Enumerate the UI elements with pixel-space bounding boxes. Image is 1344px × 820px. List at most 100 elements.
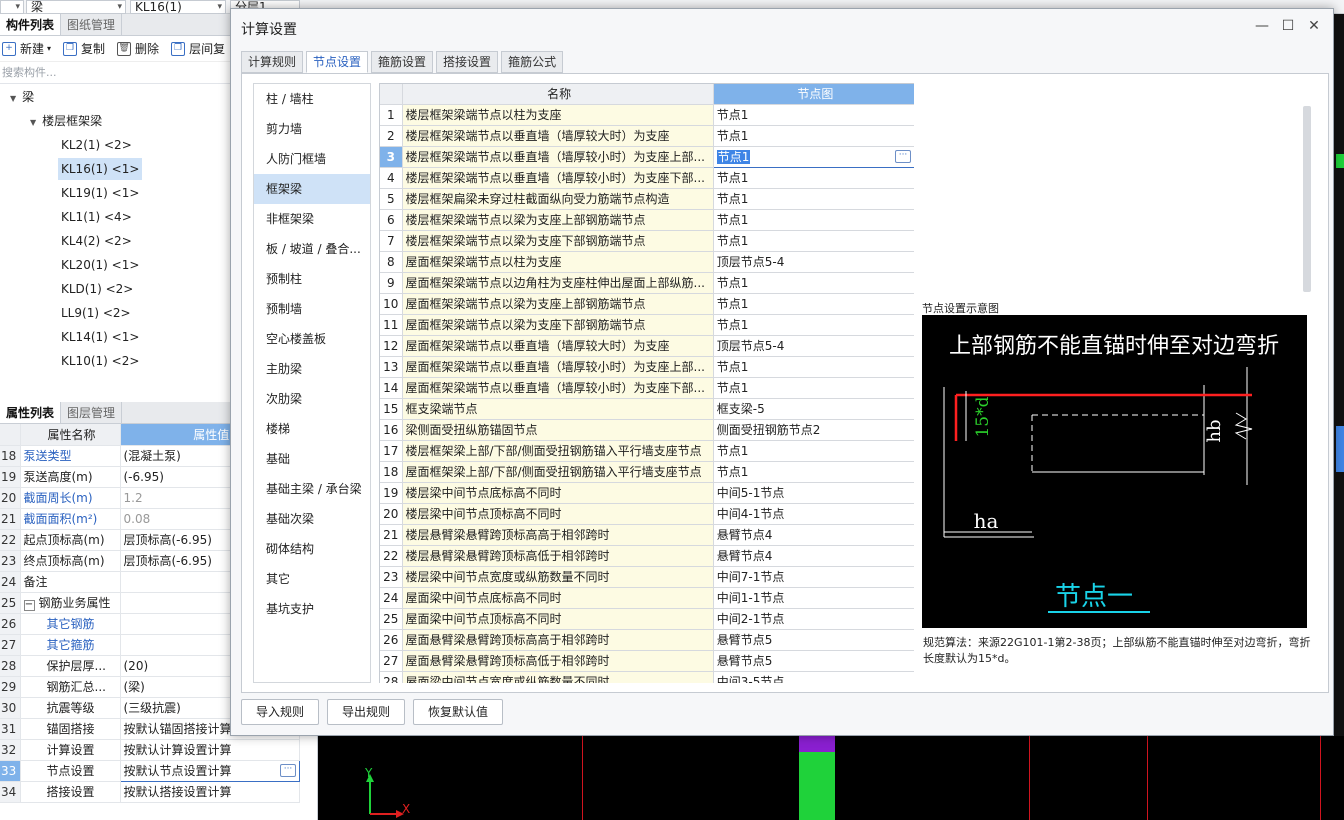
tree-item[interactable]: KL1(1) <4> (61, 206, 132, 228)
node-row[interactable]: 4 楼层框架梁端节点以垂直墙（墙厚较小时）为支座下部... 节点1 (380, 167, 914, 189)
node-row-value[interactable]: 悬臂节点5 (713, 629, 914, 651)
node-row[interactable]: 14 屋面框架梁端节点以垂直墙（墙厚较小时）为支座下部... 节点1 (380, 377, 914, 399)
category-item[interactable]: 基础 (254, 444, 370, 474)
grid-scrollbar[interactable] (1303, 106, 1311, 292)
copy-button[interactable]: ❐ 复制 (63, 40, 105, 57)
category-item[interactable]: 基坑支护 (254, 594, 370, 624)
tree-item[interactable]: KL10(1) <2> (61, 350, 139, 372)
category-item[interactable]: 预制柱 (254, 264, 370, 294)
node-row-value[interactable]: 节点1 (713, 104, 914, 126)
close-button[interactable]: ✕ (1305, 17, 1323, 35)
delete-button[interactable]: 🗑 删除 (117, 40, 159, 57)
node-row-value[interactable]: 中间4-1节点 (713, 503, 914, 525)
property-value[interactable]: 按默认搭接设置计算 (120, 781, 300, 803)
node-row[interactable]: 12 屋面框架梁端节点以垂直墙（墙厚较大时）为支座 顶层节点5-4 (380, 335, 914, 357)
tree-item-selected[interactable]: KL16(1) <1> (58, 158, 143, 180)
node-row-value[interactable]: 悬臂节点4 (713, 545, 914, 567)
node-row[interactable]: 26 屋面悬臂梁悬臂跨顶标高高于相邻跨时 悬臂节点5 (380, 629, 914, 651)
tab-property-list[interactable]: 属性列表 (0, 402, 62, 423)
category-item[interactable]: 次肋梁 (254, 384, 370, 414)
category-item-selected[interactable]: 框架梁 (254, 174, 370, 204)
category-item[interactable]: 板 / 坡道 / 叠合... (254, 234, 370, 264)
node-row[interactable]: 18 屋面框架梁上部/下部/侧面受扭钢筋锚入平行墙支座节点 节点1 (380, 461, 914, 483)
node-row[interactable]: 27 屋面悬臂梁悬臂跨顶标高低于相邻跨时 悬臂节点5 (380, 650, 914, 672)
node-row[interactable]: 11 屋面框架梁端节点以梁为支座下部钢筋端节点 节点1 (380, 314, 914, 336)
combo-prefix[interactable]: ▾ (0, 0, 24, 14)
category-item[interactable]: 人防门框墙 (254, 144, 370, 174)
tab-stirrup-formula[interactable]: 箍筋公式 (501, 51, 564, 73)
tab-calc-rules[interactable]: 计算规则 (241, 51, 304, 73)
node-row-value[interactable]: 中间3-5节点 (713, 671, 914, 683)
element-combo[interactable]: KL16(1) ▾ (130, 0, 226, 14)
node-row-value[interactable]: 节点1 (713, 188, 914, 210)
category-item[interactable]: 砌体结构 (254, 534, 370, 564)
node-row-value[interactable]: 节点1 (713, 440, 914, 462)
node-row-value[interactable]: 顶层节点5-4 (713, 335, 914, 357)
property-value[interactable]: 按默认节点设置计算 ··· (119, 759, 300, 782)
node-row-value[interactable]: 节点1 ··· (712, 145, 914, 168)
node-row[interactable]: 17 楼层框架梁上部/下部/侧面受扭钢筋锚入平行墙支座节点 节点1 (380, 440, 914, 462)
node-row-value[interactable]: 节点1 (713, 356, 914, 378)
node-row[interactable]: 6 楼层框架梁端节点以梁为支座上部钢筋端节点 节点1 (380, 209, 914, 231)
tab-stirrup-settings[interactable]: 箍筋设置 (371, 51, 434, 73)
more-options-icon[interactable]: ··· (895, 149, 911, 163)
node-row-value[interactable]: 侧面受扭钢筋节点2 (713, 419, 914, 441)
property-value[interactable]: 按默认计算设置计算 (120, 739, 300, 761)
node-row[interactable]: 10 屋面框架梁端节点以梁为支座上部钢筋端节点 节点1 (380, 293, 914, 315)
node-value-editor-text[interactable]: 节点1 (716, 150, 751, 164)
tree-root-beam[interactable]: ▼ 梁 (10, 86, 34, 108)
node-row[interactable]: 19 楼层梁中间节点底标高不同时 中间5-1节点 (380, 482, 914, 504)
tree-group-floor-frame-beam[interactable]: ▼ 楼层框架梁 (30, 110, 102, 132)
node-row[interactable]: 2 楼层框架梁端节点以垂直墙（墙厚较大时）为支座 节点1 (380, 125, 914, 147)
tab-layer-manager[interactable]: 图层管理 (61, 402, 123, 423)
category-item[interactable]: 基础次梁 (254, 504, 370, 534)
floor-copy-button[interactable]: ❐ 层间复 (171, 40, 225, 57)
tree-item[interactable]: KL2(1) <2> (61, 134, 132, 156)
node-row[interactable]: 8 屋面框架梁端节点以柱为支座 顶层节点5-4 (380, 251, 914, 273)
maximize-button[interactable]: ☐ (1279, 17, 1297, 35)
node-row[interactable]: 28 屋面梁中间节点宽度或纵筋数量不同时 中间3-5节点 (380, 671, 914, 683)
property-row[interactable]: 32 计算设置 按默认计算设置计算 (0, 739, 300, 761)
node-row-value[interactable]: 节点1 (713, 167, 914, 189)
property-row[interactable]: 34 搭接设置 按默认搭接设置计算 (0, 781, 300, 803)
restore-defaults-button[interactable]: 恢复默认值 (413, 699, 504, 725)
node-row[interactable]: 1 楼层框架梁端节点以柱为支座 节点1 (380, 104, 914, 126)
node-row-value[interactable]: 框支梁-5 (713, 398, 914, 420)
node-row[interactable]: 16 梁侧面受扭纵筋锚固节点 侧面受扭钢筋节点2 (380, 419, 914, 441)
node-row-value[interactable]: 节点1 (713, 461, 914, 483)
category-item[interactable]: 柱 / 墙柱 (254, 84, 370, 114)
node-row-value[interactable]: 顶层节点5-4 (713, 251, 914, 273)
node-row-value[interactable]: 中间2-1节点 (713, 608, 914, 630)
node-row-value[interactable]: 节点1 (713, 209, 914, 231)
tree-item[interactable]: KL19(1) <1> (61, 182, 139, 204)
tree-item[interactable]: KL20(1) <1> (61, 254, 139, 276)
category-item[interactable]: 剪力墙 (254, 114, 370, 144)
node-row-value[interactable]: 节点1 (713, 272, 914, 294)
drawing-viewport[interactable]: Y X (318, 736, 1344, 820)
node-row-value[interactable]: 中间7-1节点 (713, 566, 914, 588)
tree-item[interactable]: KLD(1) <2> (61, 278, 133, 300)
category-item[interactable]: 其它 (254, 564, 370, 594)
node-row-value[interactable]: 节点1 (713, 125, 914, 147)
category-item[interactable]: 非框架梁 (254, 204, 370, 234)
node-row[interactable]: 3 楼层框架梁端节点以垂直墙（墙厚较小时）为支座上部... 节点1 ··· (380, 145, 914, 168)
node-row[interactable]: 22 楼层悬臂梁悬臂跨顶标高低于相邻跨时 悬臂节点4 (380, 545, 914, 567)
node-row[interactable]: 25 屋面梁中间节点顶标高不同时 中间2-1节点 (380, 608, 914, 630)
category-item[interactable]: 空心楼盖板 (254, 324, 370, 354)
tree-item[interactable]: KL4(2) <2> (61, 230, 132, 252)
node-row[interactable]: 5 楼层框架扁梁未穿过柱截面纵向受力筋端节点构造 节点1 (380, 188, 914, 210)
type-combo[interactable]: 梁 ▾ (26, 0, 126, 14)
property-value-text[interactable]: 按默认节点设置计算 (124, 764, 232, 778)
node-row-value[interactable]: 节点1 (713, 230, 914, 252)
tab-lap-settings[interactable]: 搭接设置 (436, 51, 499, 73)
node-row-value[interactable]: 节点1 (713, 377, 914, 399)
node-row[interactable]: 15 框支梁端节点 框支梁-5 (380, 398, 914, 420)
category-item[interactable]: 楼梯 (254, 414, 370, 444)
tree-item[interactable]: LL9(1) <2> (61, 302, 131, 324)
new-button[interactable]: + 新建 ▾ (2, 40, 51, 57)
property-row[interactable]: 33 节点设置 按默认节点设置计算 ··· (0, 759, 300, 782)
node-row[interactable]: 21 楼层悬臂梁悬臂跨顶标高高于相邻跨时 悬臂节点4 (380, 524, 914, 546)
node-row[interactable]: 24 屋面梁中间节点底标高不同时 中间1-1节点 (380, 587, 914, 609)
node-row-value[interactable]: 节点1 (713, 293, 914, 315)
node-row-value[interactable]: 节点1 (713, 314, 914, 336)
